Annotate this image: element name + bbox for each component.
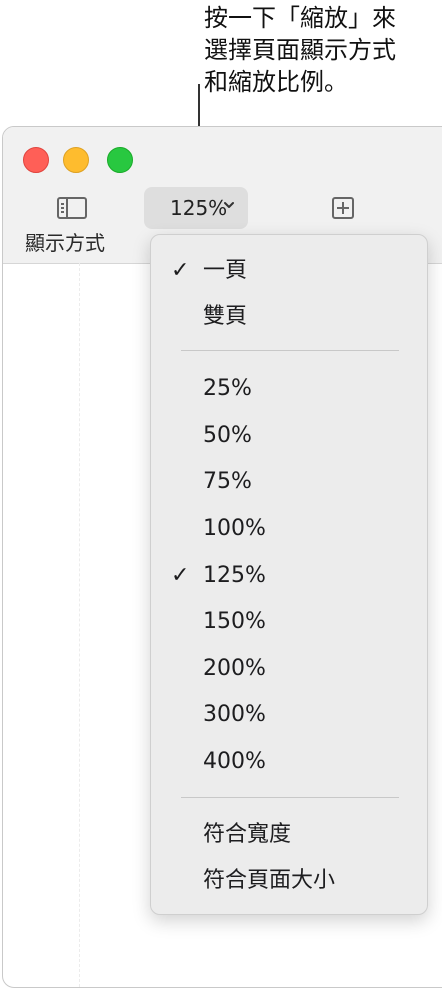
menu-item-50[interactable]: 50%	[151, 416, 427, 456]
callout-line-3: 和縮放比例。	[204, 68, 348, 96]
menu-item-label: 150%	[203, 609, 266, 634]
menu-item-label: 400%	[203, 749, 266, 774]
zoom-button[interactable]: 125%	[144, 187, 248, 229]
view-button[interactable]: 顯示方式	[23, 193, 123, 259]
zoom-value: 125%	[170, 196, 228, 220]
callout-line-1: 按一下「縮放」來	[204, 4, 396, 32]
sidebar-icon	[57, 197, 87, 219]
add-page-icon[interactable]	[332, 197, 354, 219]
checkmark-icon: ✓	[171, 258, 190, 283]
menu-item-label: 雙頁	[203, 304, 248, 329]
menu-item-100[interactable]: 100%	[151, 509, 427, 549]
menu-separator	[181, 797, 399, 798]
callout-text: 按一下「縮放」來 選擇頁面顯示方式 和縮放比例。	[204, 2, 440, 98]
menu-item-label: 符合寬度	[203, 822, 292, 847]
callout-line-2: 選擇頁面顯示方式	[204, 36, 396, 64]
menu-item-25[interactable]: 25%	[151, 369, 427, 409]
menu-item-label: 25%	[203, 376, 252, 401]
menu-item-75[interactable]: 75%	[151, 462, 427, 502]
view-button-label: 顯示方式	[25, 231, 105, 255]
menu-item-fit-width[interactable]: 符合寬度	[151, 815, 427, 855]
menu-item-400[interactable]: 400%	[151, 742, 427, 782]
menu-item-300[interactable]: 300%	[151, 695, 427, 735]
menu-item-label: 125%	[203, 563, 266, 588]
menu-item-fit-page[interactable]: 符合頁面大小	[151, 861, 427, 901]
menu-item-label: 200%	[203, 656, 266, 681]
menu-item-label: 一頁	[203, 258, 248, 283]
menu-item-label: 75%	[203, 469, 252, 494]
zoom-menu: ✓ 一頁 雙頁 25% 50% 75% 100% ✓ 125% 150% 200…	[150, 234, 428, 915]
menu-separator	[181, 350, 399, 351]
menu-item-label: 50%	[203, 423, 252, 448]
checkmark-icon: ✓	[171, 563, 190, 588]
menu-item-label: 100%	[203, 516, 266, 541]
close-button[interactable]	[23, 147, 49, 173]
menu-item-150[interactable]: 150%	[151, 602, 427, 642]
menu-item-one-page[interactable]: ✓ 一頁	[151, 251, 427, 291]
menu-item-200[interactable]: 200%	[151, 649, 427, 689]
menu-item-two-pages[interactable]: 雙頁	[151, 297, 427, 337]
menu-item-125[interactable]: ✓ 125%	[151, 556, 427, 596]
menu-item-label: 符合頁面大小	[203, 868, 336, 893]
minimize-button[interactable]	[63, 147, 89, 173]
chevron-down-icon	[224, 202, 234, 208]
menu-item-label: 300%	[203, 702, 266, 727]
fullscreen-button[interactable]	[107, 147, 133, 173]
sidebar-divider	[79, 263, 80, 987]
